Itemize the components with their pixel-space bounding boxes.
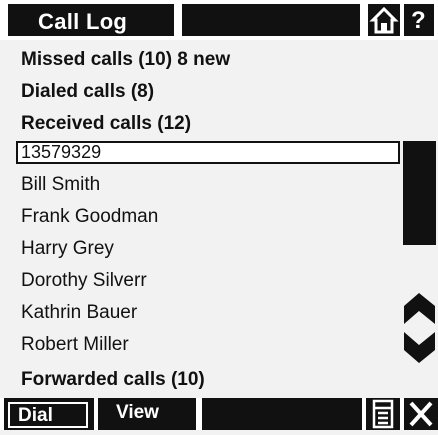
home-icon	[369, 6, 399, 34]
contact-name: Kathrin Bauer	[21, 302, 138, 323]
menu-button[interactable]	[366, 398, 400, 430]
close-button[interactable]	[404, 398, 438, 430]
softkey-bar: Dial View	[0, 398, 438, 430]
dial-focus-frame: Dial	[8, 402, 88, 428]
contact-row[interactable]: Kathrin Bauer	[0, 297, 398, 329]
contact-row[interactable]: Robert Miller	[0, 329, 398, 361]
contact-name: Dorothy Silverr	[21, 270, 147, 291]
dialed-calls-label: Dialed calls (8)	[21, 81, 155, 102]
number-search-input[interactable]	[18, 143, 391, 162]
dial-button[interactable]: Dial	[4, 398, 94, 430]
received-calls-item[interactable]: Received calls (12)	[0, 108, 398, 140]
forwarded-calls-label: Forwarded calls (10)	[21, 369, 205, 390]
missed-calls-label: Missed calls (10) 8 new	[21, 49, 231, 70]
contact-row[interactable]: Bill Smith	[0, 169, 398, 201]
scroll-up-icon	[404, 293, 435, 324]
received-calls-label: Received calls (12)	[21, 113, 192, 134]
title-bar: Call Log ?	[0, 0, 438, 40]
view-button[interactable]: View	[98, 398, 196, 430]
help-icon: ?	[411, 7, 426, 34]
contact-row[interactable]: Dorothy Silverr	[0, 265, 398, 297]
forwarded-calls-item[interactable]: Forwarded calls (10)	[0, 364, 398, 396]
contact-row[interactable]: Frank Goodman	[0, 201, 398, 233]
scroll-up-button[interactable]	[403, 290, 436, 326]
contact-name: Robert Miller	[21, 334, 129, 355]
dial-label: Dial	[18, 405, 53, 426]
contact-row[interactable]: Harry Grey	[0, 233, 398, 265]
view-label: View	[116, 402, 159, 423]
scrollbar-thumb[interactable]	[403, 141, 436, 245]
softkey-spacer	[202, 398, 362, 430]
contact-name: Frank Goodman	[21, 206, 159, 227]
missed-calls-item[interactable]: Missed calls (10) 8 new	[0, 44, 398, 76]
close-icon	[409, 401, 433, 427]
menu-icon	[372, 399, 394, 429]
page-title: Call Log	[38, 9, 128, 34]
home-button[interactable]	[368, 4, 400, 36]
number-search-field[interactable]	[16, 141, 400, 164]
scroll-down-button[interactable]	[403, 330, 436, 366]
title-bar-spacer	[182, 4, 360, 36]
contact-name: Bill Smith	[21, 174, 101, 195]
dialed-calls-item[interactable]: Dialed calls (8)	[0, 76, 398, 108]
title-block: Call Log	[8, 4, 174, 36]
scroll-down-icon	[404, 332, 435, 363]
contact-name: Harry Grey	[21, 238, 114, 259]
help-button[interactable]: ?	[404, 4, 434, 36]
